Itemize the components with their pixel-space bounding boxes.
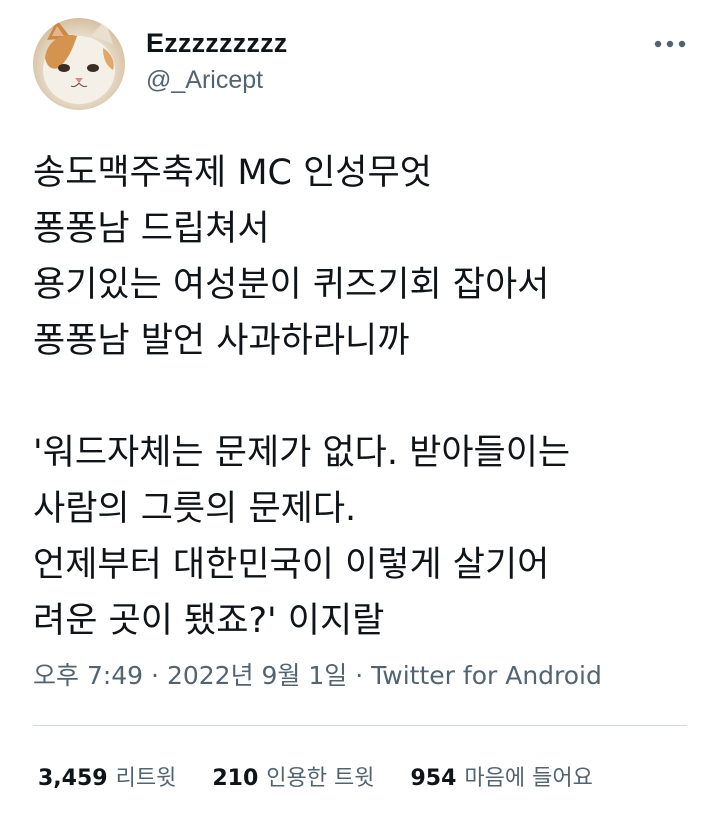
tweet-line: 언제부터 대한민국이 이렇게 살기어 <box>33 545 550 585</box>
quotes-stat[interactable]: 210 인용한 트윗 <box>212 760 374 792</box>
tweet-line: 퐁퐁남 드립쳐서 <box>33 209 270 249</box>
tweet-line: '워드자체는 문제가 없다. 받아들이는 <box>33 433 571 473</box>
likes-stat[interactable]: 954 마음에 들어요 <box>410 760 592 792</box>
like-count: 954 <box>410 766 457 791</box>
meta-separator: · <box>355 661 364 690</box>
retweet-count: 3,459 <box>38 766 108 791</box>
tweet-line: 사람의 그릇의 문제다. <box>33 489 357 529</box>
tweet-source[interactable]: Twitter for Android <box>371 661 602 690</box>
tweet-line: 퐁퐁남 발언 사과하라니까 <box>33 321 410 361</box>
more-options-icon <box>654 40 686 48</box>
more-options-button[interactable] <box>650 26 690 62</box>
tweet-metadata: 오후 7:49 · 2022년 9월 1일 · Twitter for Andr… <box>33 656 602 692</box>
retweet-label: 리트윗 <box>115 766 177 791</box>
like-label: 마음에 들어요 <box>464 766 593 791</box>
author-handle[interactable]: @_Aricept <box>146 66 263 95</box>
quote-label: 인용한 트윗 <box>266 766 375 791</box>
tweet-line: 용기있는 여성분이 퀴즈기회 잡아서 <box>33 265 550 305</box>
cat-avatar-icon <box>43 20 115 104</box>
tweet-text: 송도맥주축제 MC 인성무엇 퐁퐁남 드립쳐서 용기있는 여성분이 퀴즈기회 잡… <box>33 145 693 649</box>
quote-count: 210 <box>212 766 259 791</box>
tweet-date[interactable]: 2022년 9월 1일 <box>167 661 347 690</box>
meta-separator: · <box>151 661 159 690</box>
author-display-name[interactable]: Ezzzzzzzzz <box>146 28 288 59</box>
engagement-stats: 3,459 리트윗 210 인용한 트윗 954 마음에 들어요 <box>38 760 629 792</box>
tweet-line: 송도맥주축제 MC 인성무엇 <box>33 153 432 193</box>
avatar[interactable] <box>33 18 125 110</box>
retweets-stat[interactable]: 3,459 리트윗 <box>38 760 176 792</box>
tweet-time[interactable]: 오후 7:49 <box>33 661 143 690</box>
tweet-line: 려운 곳이 됐죠?' 이지랄 <box>33 601 385 641</box>
divider <box>33 725 687 726</box>
